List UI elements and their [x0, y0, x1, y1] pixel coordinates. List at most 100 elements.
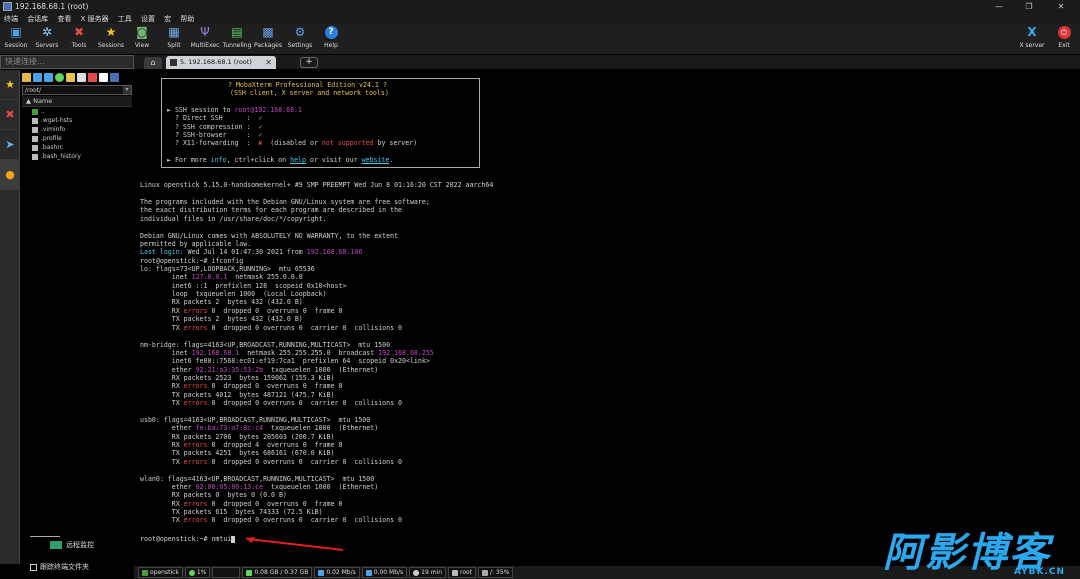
upload-icon[interactable]: [44, 72, 53, 82]
macro-icon: ➤: [5, 138, 15, 151]
status-disk: /: 35%: [478, 567, 514, 578]
user-icon: [452, 569, 459, 576]
close-window-button[interactable]: ✕: [1046, 0, 1076, 13]
terminal-line: inet6 fe80::7568:ec01:ef19:7ca1 prefixle…: [140, 357, 430, 365]
upload-icon: [318, 569, 325, 576]
properties-icon[interactable]: [110, 72, 119, 82]
terminal-line: Last login: Wed Jul 14 01:47:30 2021 fro…: [140, 248, 363, 256]
split-button[interactable]: ▦ Split: [158, 24, 190, 54]
vtab-sessions[interactable]: ★: [0, 70, 20, 100]
list-item[interactable]: .bash_history: [20, 152, 134, 161]
terminal-line: TX errors 0 dropped 0 overruns 0 carrier…: [140, 324, 403, 332]
x-server-icon: X: [1027, 25, 1037, 39]
status-memory: 0.08 GB / 0.37 GB: [242, 567, 313, 578]
sidebar-vertical-tabs: ★ ✖ ➤ ●: [0, 70, 20, 564]
download-icon: [365, 569, 372, 576]
path-field[interactable]: /root/ ▾: [22, 85, 132, 95]
packages-button[interactable]: ▩ Packages: [252, 24, 284, 54]
banner-x11: ? X11-forwarding : ✘ (disabled or not su…: [175, 139, 418, 147]
terminal-line: TX errors 0 dropped 0 overruns 0 carrier…: [140, 458, 403, 466]
terminal-line: TX packets 2 bytes 432 (432.0 B): [140, 315, 303, 323]
multiexec-button[interactable]: Ψ MultiExec: [189, 24, 221, 54]
sessions-button[interactable]: ★ Sessions: [95, 24, 127, 54]
exit-icon: ⏻: [1057, 26, 1071, 39]
refresh-icon[interactable]: [55, 72, 64, 82]
terminal-line: RX packets 0 bytes 0 (0.0 B): [140, 491, 287, 499]
terminal-line: TX errors 0 dropped 0 overruns 0 carrier…: [140, 399, 403, 407]
list-item[interactable]: .wget-hsts: [20, 116, 134, 125]
new-folder-icon[interactable]: [66, 72, 75, 82]
status-cpu: 1%: [184, 567, 211, 578]
watermark-url: AYBK.CN: [1013, 567, 1065, 577]
remote-monitoring-button[interactable]: 远程监控: [30, 539, 130, 551]
terminal-line: TX errors 0 dropped 0 overruns 0 carrier…: [140, 516, 403, 524]
vtab-tools[interactable]: ✖: [0, 100, 20, 130]
memory-icon: [246, 569, 253, 576]
clock-icon: [413, 569, 420, 576]
tunneling-button[interactable]: ▤ Tunneling: [221, 24, 253, 54]
title-bar: 192.168.68.1 (root) — ❐ ✕: [0, 0, 1080, 13]
app-icon: [3, 2, 12, 11]
monitor-icon: [50, 541, 62, 549]
new-tab-button[interactable]: +: [300, 57, 318, 68]
file-icon: [32, 144, 38, 151]
vtab-sftp[interactable]: ●: [0, 160, 20, 190]
servers-icon: ✲: [41, 25, 53, 39]
checkbox[interactable]: [30, 563, 37, 571]
tools-icon: ✖: [5, 108, 15, 121]
exit-button[interactable]: ⏻ Exit: [1048, 24, 1080, 54]
vtab-macros[interactable]: ➤: [0, 130, 20, 160]
tab-session[interactable]: 5. 192.168.68.1 (root) ✕: [166, 56, 276, 69]
file-icon: [32, 153, 38, 160]
status-user: root: [448, 567, 477, 578]
column-header-name[interactable]: ▲ Name: [22, 96, 132, 107]
packages-icon: ▩: [262, 25, 274, 39]
quick-connect-input[interactable]: 快速连接...: [0, 55, 134, 69]
new-file-icon[interactable]: [77, 72, 86, 82]
sftp-browser: /root/ ▾ ▲ Name .. .wget-hsts .viminfo .…: [20, 70, 134, 564]
toolbar: ▣ Session ✲ Servers ✖ Tools ★ Sessions ◙…: [0, 24, 1080, 54]
sessions-star-icon: ★: [105, 25, 117, 39]
file-icon: [32, 126, 38, 133]
chevron-down-icon[interactable]: ▾: [123, 86, 131, 94]
disk-icon: [482, 569, 489, 576]
list-item[interactable]: .viminfo: [20, 125, 134, 134]
banner-direct-ssh: ? Direct SSH : ✓: [175, 114, 263, 122]
terminal-line: ether fe:ba:73:a7:8c:c4 txqueuelen 1000 …: [140, 424, 379, 432]
servers-button[interactable]: ✲ Servers: [31, 24, 63, 54]
terminal-prompt[interactable]: root@openstick:~# nmtui: [140, 535, 236, 543]
window-title: 192.168.68.1 (root): [15, 2, 89, 11]
terminal-line: Linux openstick 5.15.0-handsomekernel+ #…: [140, 181, 494, 189]
settings-button[interactable]: ⚙ Settings: [284, 24, 316, 54]
terminal-line: inet 127.0.0.1 netmask 255.0.0.0: [140, 273, 303, 281]
session-button[interactable]: ▣ Session: [0, 24, 32, 54]
star-icon: ★: [5, 78, 15, 91]
terminal[interactable]: ? MobaXterm Professional Edition v24.1 ?…: [134, 70, 1080, 564]
home-tab[interactable]: ⌂: [144, 57, 162, 69]
terminal-line: RX packets 2 bytes 432 (432.0 B): [140, 298, 303, 306]
tunneling-icon: ▤: [231, 25, 243, 39]
delete-icon[interactable]: [88, 72, 97, 82]
session-icon: ▣: [10, 25, 22, 39]
follow-terminal-checkbox[interactable]: 跟踪终端文件夹: [30, 562, 89, 572]
help-button[interactable]: ? Help: [315, 24, 347, 54]
minimize-button[interactable]: —: [984, 0, 1014, 13]
terminal-icon: [170, 59, 177, 66]
x-server-button[interactable]: X X server: [1016, 24, 1048, 54]
maximize-button[interactable]: ❐: [1014, 0, 1044, 13]
parent-folder-icon: [32, 108, 38, 115]
list-item[interactable]: .bashrc: [20, 143, 134, 152]
settings-icon: ⚙: [294, 25, 306, 39]
split-icon: ▦: [168, 25, 180, 39]
download-icon[interactable]: [33, 72, 42, 82]
text-file-icon[interactable]: [99, 72, 108, 82]
list-item[interactable]: ..: [20, 107, 134, 116]
tools-button[interactable]: ✖ Tools: [63, 24, 95, 54]
annotation-arrow: [245, 537, 344, 551]
status-uptime: 19 min: [409, 567, 447, 578]
view-button[interactable]: ◙ View: [126, 24, 158, 54]
close-tab-icon[interactable]: ✕: [265, 56, 272, 69]
divider: [30, 536, 60, 537]
up-folder-icon[interactable]: [22, 72, 31, 82]
list-item[interactable]: .profile: [20, 134, 134, 143]
